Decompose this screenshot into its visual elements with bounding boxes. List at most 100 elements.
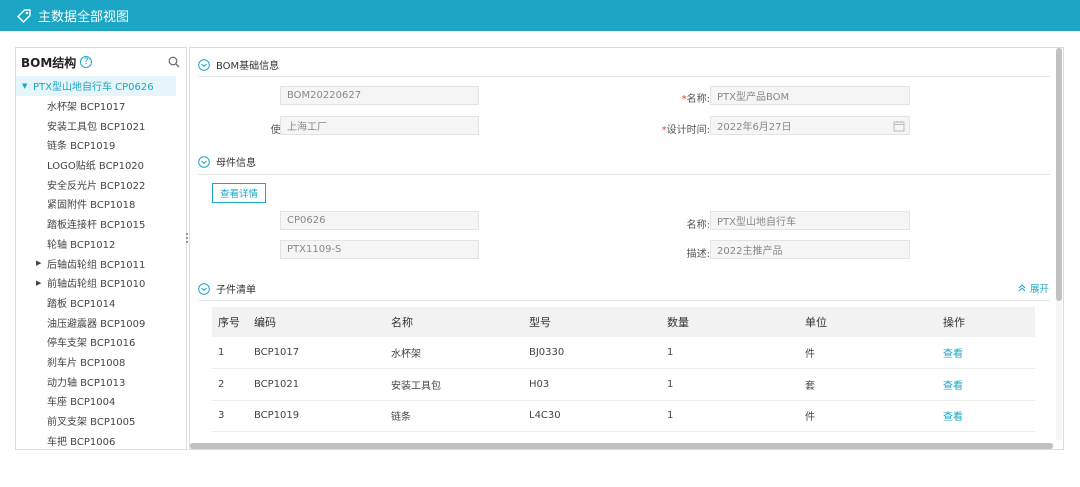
- column-header: 单位: [799, 307, 937, 337]
- table-cell: 件: [799, 337, 937, 369]
- divider: [198, 76, 1050, 77]
- user-field[interactable]: 上海工厂: [280, 116, 479, 135]
- table-cell: BJ0330: [523, 337, 661, 369]
- vertical-scrollbar[interactable]: [1056, 48, 1062, 440]
- scroll-thumb[interactable]: [190, 443, 1053, 449]
- parent-name-label: 名称:: [686, 220, 710, 231]
- model-field[interactable]: PTX1109-S: [280, 240, 479, 259]
- children-section-title[interactable]: 子件清单: [198, 281, 256, 296]
- column-header: 数量: [661, 307, 799, 337]
- tree-item-label[interactable]: 停车支架 BCP1016: [47, 334, 135, 349]
- tree-item-label[interactable]: 水杯架 BCP1017: [47, 98, 125, 113]
- calendar-icon[interactable]: [893, 120, 905, 132]
- table-header-row: 序号 编码 名称 型号 数量 单位 操作: [212, 307, 1035, 337]
- bom-tree: ▼ PTX型山地自行车 CP0626 水杯架 BCP1017 安装工具包 BCP1…: [16, 76, 186, 449]
- tree-item[interactable]: 链条 BCP1019: [16, 135, 186, 155]
- tree-item[interactable]: 安装工具包 BCP1021: [16, 115, 186, 135]
- tree-item-label[interactable]: 紧固附件 BCP1018: [47, 196, 135, 211]
- children-title: 子件清单: [216, 285, 256, 296]
- parent-name-field[interactable]: PTX型山地自行车: [710, 211, 910, 230]
- view-link[interactable]: 查看: [937, 400, 1035, 432]
- tree-item-label[interactable]: 安全反光片 BCP1022: [47, 177, 145, 192]
- table-row: 3 BCP1019 链条 L4C30 1 件查看: [212, 400, 1035, 432]
- tree-item[interactable]: ▶ 前轴齿轮组 BCP1010: [16, 273, 186, 293]
- bom-name-label: *名称:: [681, 94, 710, 105]
- tree-item[interactable]: ▶ 后轴齿轮组 BCP1011: [16, 253, 186, 273]
- column-header: 编码: [248, 307, 385, 337]
- caret-right-icon[interactable]: ▶: [36, 259, 42, 267]
- tree-item-label[interactable]: 前轴齿轮组 BCP1010: [47, 275, 145, 290]
- caret-down-icon[interactable]: ▼: [22, 82, 28, 90]
- desc-label: 描述:: [686, 249, 710, 260]
- view-link[interactable]: 查看: [937, 337, 1035, 369]
- tree-item[interactable]: 车把 BCP1006: [16, 430, 186, 449]
- tree-item-label[interactable]: 轮轴 BCP1012: [47, 236, 115, 251]
- tree-item-label[interactable]: 踏板连接杆 BCP1015: [47, 216, 145, 231]
- collapse-circle-icon[interactable]: [198, 58, 210, 71]
- table-cell: 套: [799, 368, 937, 401]
- tree-item[interactable]: 轮轴 BCP1012: [16, 234, 186, 254]
- tree-item-label[interactable]: 刹车片 BCP1008: [47, 354, 125, 369]
- tree-item-label[interactable]: 车座 BCP1004: [47, 393, 115, 408]
- bom-name-field[interactable]: PTX型产品BOM: [710, 86, 910, 105]
- parent-info-section-title[interactable]: 母件信息: [198, 154, 256, 169]
- number-field[interactable]: CP0626: [280, 211, 479, 230]
- tree-item-label[interactable]: 踏板 BCP1014: [47, 295, 115, 310]
- caret-right-icon[interactable]: ▶: [36, 279, 42, 287]
- tree-item[interactable]: 动力轴 BCP1013: [16, 371, 186, 391]
- tree-item-label[interactable]: 前叉支架 BCP1005: [47, 413, 135, 428]
- tree-item[interactable]: LOGO贴纸 BCP1020: [16, 155, 186, 175]
- table-row: 1 BCP1017 水杯架 BJ0330 1 件查看: [212, 337, 1035, 369]
- horizontal-scrollbar[interactable]: [190, 443, 1053, 449]
- collapse-circle-icon[interactable]: [198, 282, 210, 295]
- expand-link[interactable]: 展开: [1017, 281, 1049, 295]
- tree-item-label[interactable]: LOGO贴纸 BCP1020: [47, 157, 144, 172]
- tree-item[interactable]: 踏板连接杆 BCP1015: [16, 214, 186, 234]
- tree-item[interactable]: 油压避震器 BCP1009: [16, 312, 186, 332]
- column-header: 序号: [212, 307, 248, 337]
- table-cell: 安装工具包: [385, 368, 523, 401]
- table-cell: 水杯架: [385, 337, 523, 369]
- tree-item-label[interactable]: 后轴齿轮组 BCP1011: [47, 256, 145, 271]
- tree-item[interactable]: 停车支架 BCP1016: [16, 332, 186, 352]
- tree-item-label[interactable]: 安装工具包 BCP1021: [47, 118, 145, 133]
- tree-item-label[interactable]: 车把 BCP1006: [47, 433, 115, 448]
- desc-field[interactable]: 2022主推产品: [710, 240, 910, 259]
- tree-item[interactable]: 车座 BCP1004: [16, 391, 186, 411]
- tree-item[interactable]: 前叉支架 BCP1005: [16, 411, 186, 431]
- tree-root-label[interactable]: PTX型山地自行车 CP0626: [33, 78, 154, 93]
- table-cell: 1: [661, 368, 799, 401]
- table-cell: [212, 431, 248, 439]
- page-title: 主数据全部视图: [38, 10, 130, 25]
- tree-item-label[interactable]: 油压避震器 BCP1009: [47, 315, 145, 330]
- scroll-thumb[interactable]: [1056, 48, 1062, 301]
- design-time-field[interactable]: 2022年6月27日: [710, 116, 910, 135]
- tree-title: BOM结构: [21, 55, 77, 70]
- collapse-circle-icon[interactable]: [198, 155, 210, 168]
- tree-item[interactable]: 水杯架 BCP1017: [16, 96, 186, 116]
- tree-item[interactable]: 刹车片 BCP1008: [16, 352, 186, 372]
- table-cell: [937, 431, 1035, 439]
- tree-item-label[interactable]: 动力轴 BCP1013: [47, 374, 125, 389]
- double-chevron-up-icon[interactable]: [1017, 283, 1027, 293]
- tree-item[interactable]: 紧固附件 BCP1018: [16, 194, 186, 214]
- children-table: 序号 编码 名称 型号 数量 单位 操作 1 BCP1017 水杯架 BJ0330 1 件查看 2 BCP…: [212, 307, 1035, 439]
- column-header: 操作: [937, 307, 1035, 337]
- table-cell: BCP1021: [248, 368, 385, 401]
- tree-root[interactable]: ▼ PTX型山地自行车 CP0626: [16, 76, 176, 96]
- view-detail-button[interactable]: 查看详情: [212, 183, 266, 203]
- bom-info-title: BOM基础信息: [216, 61, 280, 72]
- tree-item[interactable]: 踏板 BCP1014: [16, 293, 186, 313]
- bom-info-section-title[interactable]: BOM基础信息: [198, 57, 279, 72]
- tree-item-label[interactable]: 链条 BCP1019: [47, 137, 115, 152]
- table-cell: 2: [212, 368, 248, 401]
- top-bar: 主数据全部视图: [0, 0, 1080, 31]
- table-cell: 1: [661, 400, 799, 432]
- search-icon[interactable]: [168, 56, 180, 68]
- code-field[interactable]: BOM20220627: [280, 86, 479, 105]
- tag-icon: [17, 8, 31, 23]
- table-row: 2 BCP1021 安装工具包 H03 1 套查看: [212, 368, 1035, 401]
- view-link[interactable]: 查看: [937, 368, 1035, 401]
- help-icon[interactable]: ?: [80, 56, 93, 68]
- tree-item[interactable]: 安全反光片 BCP1022: [16, 174, 186, 194]
